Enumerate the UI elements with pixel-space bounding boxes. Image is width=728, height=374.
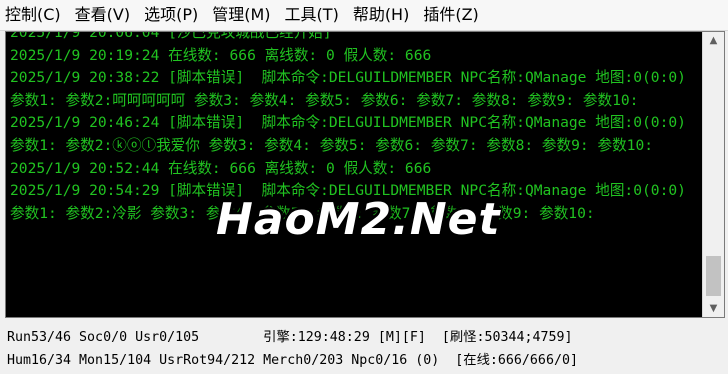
log-line: 2025/1/9 20:52:44 在线数: 666 离线数: 0 假人数: 6…: [10, 159, 432, 177]
status-line-1: Run53/46 Soc0/0 Usr0/105 引擎:129:48:29 [M…: [7, 330, 573, 345]
menu-control[interactable]: 控制(C): [0, 0, 68, 30]
scroll-up-arrow-icon[interactable]: ▲: [703, 32, 724, 49]
menu-manage[interactable]: 管理(M): [205, 0, 277, 30]
log-viewport: 2025/1/9 20:06:04 [沙巴克攻城战已经开始] 2025/1/9 2…: [6, 32, 702, 317]
log-line: 2025/1/9 20:46:24 [脚本错误] 脚本命令:DELGUILDME…: [10, 114, 695, 154]
menu-bar: 控制(C) 查看(V) 选项(P) 管理(M) 工具(T) 帮助(H) 插件(Z…: [0, 0, 728, 31]
vertical-scrollbar[interactable]: ▲ ▼: [702, 32, 724, 317]
log-line: 2025/1/9 20:06:04 [沙巴克攻城战已经开始]: [10, 32, 332, 41]
status-line-2: Hum16/34 Mon15/104 UsrRot94/212 Merch0/2…: [7, 353, 578, 368]
scrollbar-thumb[interactable]: [706, 256, 721, 296]
scroll-down-arrow-icon[interactable]: ▼: [703, 300, 724, 317]
log-line: 2025/1/9 20:38:22 [脚本错误] 脚本命令:DELGUILDME…: [10, 69, 695, 109]
log-line: 2025/1/9 20:19:24 在线数: 666 离线数: 0 假人数: 6…: [10, 46, 432, 64]
menu-plugins[interactable]: 插件(Z): [416, 0, 485, 30]
menu-tools[interactable]: 工具(T): [278, 0, 346, 30]
watermark-logo: HaoM2.Net: [216, 194, 501, 245]
status-bar: Run53/46 Soc0/0 Usr0/105 引擎:129:48:29 [M…: [0, 322, 728, 374]
menu-view[interactable]: 查看(V): [68, 0, 137, 30]
log-console[interactable]: 2025/1/9 20:06:04 [沙巴克攻城战已经开始] 2025/1/9 2…: [5, 31, 725, 318]
menu-help[interactable]: 帮助(H): [346, 0, 417, 30]
menu-options[interactable]: 选项(P): [137, 0, 205, 30]
